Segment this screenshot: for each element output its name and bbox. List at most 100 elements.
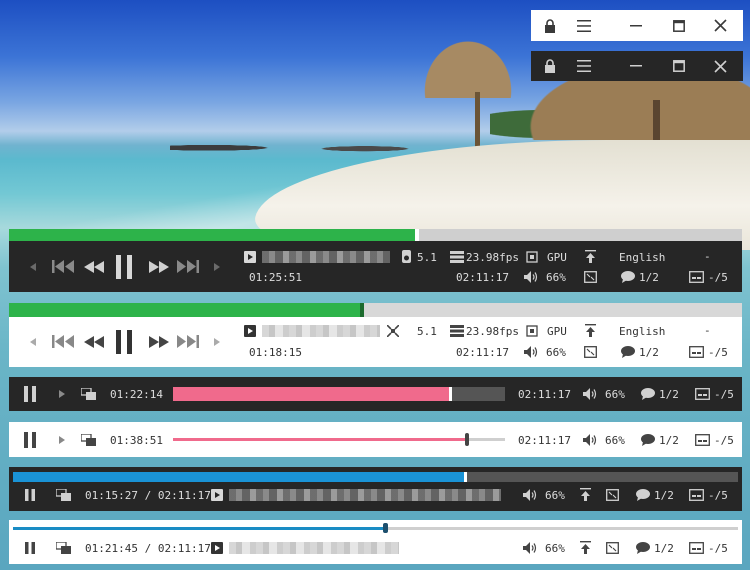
upload-icon[interactable] bbox=[580, 488, 591, 501]
subtitle-track-icon[interactable] bbox=[689, 346, 704, 358]
subtitle-offset-label[interactable]: -/5 bbox=[708, 346, 728, 359]
volume-label[interactable]: 66% bbox=[605, 434, 625, 447]
subtitles-bubble-icon[interactable] bbox=[636, 542, 650, 554]
fast-forward-icon[interactable] bbox=[149, 336, 169, 348]
fps-label[interactable]: 23.98fps bbox=[466, 251, 519, 264]
playlist-icon[interactable] bbox=[81, 434, 96, 446]
seekbar-handle[interactable] bbox=[382, 523, 388, 533]
audio-channels-label[interactable]: 5.1 bbox=[417, 251, 437, 264]
audio-language-label[interactable]: English bbox=[619, 325, 665, 338]
rewind-icon[interactable] bbox=[84, 336, 104, 348]
extra-track-label[interactable]: - bbox=[704, 324, 711, 337]
playlist-icon[interactable] bbox=[56, 542, 71, 554]
subtitle-track-icon[interactable] bbox=[695, 388, 710, 400]
volume-label[interactable]: 66% bbox=[605, 388, 625, 401]
subtitle-track-icon[interactable] bbox=[695, 434, 710, 446]
fullscreen-icon[interactable] bbox=[584, 346, 597, 358]
previous-frame-icon[interactable] bbox=[30, 338, 36, 346]
subtitle-track-icon[interactable] bbox=[689, 542, 704, 554]
previous-frame-icon[interactable] bbox=[30, 263, 36, 271]
pause-icon[interactable] bbox=[24, 386, 36, 402]
seekbar[interactable] bbox=[13, 523, 738, 533]
close-icon[interactable] bbox=[707, 10, 733, 41]
pause-icon[interactable] bbox=[25, 542, 35, 554]
pause-icon[interactable] bbox=[116, 330, 132, 354]
subtitle-track-icon[interactable] bbox=[689, 489, 704, 501]
subtitle-track-icon[interactable] bbox=[689, 271, 704, 283]
seekbar-handle[interactable] bbox=[448, 387, 452, 401]
rewind-icon[interactable] bbox=[84, 261, 104, 273]
subtitles-bubble-icon[interactable] bbox=[621, 346, 635, 358]
hw-decoder-label[interactable]: GPU bbox=[547, 325, 567, 338]
pause-icon[interactable] bbox=[116, 255, 132, 279]
menu-icon[interactable] bbox=[571, 51, 597, 81]
volume-label[interactable]: 66% bbox=[545, 489, 565, 502]
volume-label[interactable]: 66% bbox=[546, 346, 566, 359]
skip-next-icon[interactable] bbox=[177, 260, 199, 273]
subtitle-offset-label[interactable]: -/5 bbox=[708, 271, 728, 284]
player-2-seekbar[interactable] bbox=[9, 303, 742, 317]
menu-icon[interactable] bbox=[571, 10, 597, 41]
subtitles-bubble-icon[interactable] bbox=[641, 388, 655, 400]
volume-icon[interactable] bbox=[583, 388, 597, 400]
hw-decoder-label[interactable]: GPU bbox=[547, 251, 567, 264]
maximize-icon[interactable] bbox=[666, 51, 692, 81]
next-frame-icon[interactable] bbox=[214, 338, 220, 346]
subtitles-bubble-icon[interactable] bbox=[636, 489, 650, 501]
skip-previous-icon[interactable] bbox=[52, 260, 74, 273]
seekbar[interactable] bbox=[173, 387, 505, 401]
pause-icon[interactable] bbox=[25, 489, 35, 501]
next-frame-icon[interactable] bbox=[214, 263, 220, 271]
lock-icon[interactable] bbox=[537, 51, 563, 81]
fullscreen-icon[interactable] bbox=[606, 489, 619, 501]
upload-icon[interactable] bbox=[580, 541, 591, 554]
upload-icon[interactable] bbox=[585, 324, 596, 337]
subtitles-label[interactable]: 1/2 bbox=[639, 346, 659, 359]
maximize-icon[interactable] bbox=[666, 10, 692, 41]
audio-language-label[interactable]: English bbox=[619, 251, 665, 264]
player-1-seekbar[interactable] bbox=[9, 229, 742, 241]
subtitles-label[interactable]: 1/2 bbox=[654, 489, 674, 502]
minimize-icon[interactable] bbox=[623, 51, 649, 81]
volume-label[interactable]: 66% bbox=[546, 271, 566, 284]
subtitles-label[interactable]: 1/2 bbox=[659, 434, 679, 447]
subtitle-offset-label[interactable]: -/5 bbox=[714, 388, 734, 401]
next-frame-icon[interactable] bbox=[59, 436, 65, 444]
seekbar[interactable] bbox=[173, 433, 505, 446]
fps-label[interactable]: 23.98fps bbox=[466, 325, 519, 338]
subtitles-label[interactable]: 1/2 bbox=[639, 271, 659, 284]
volume-label[interactable]: 66% bbox=[545, 542, 565, 555]
seekbar-handle[interactable] bbox=[414, 229, 419, 241]
fullscreen-icon[interactable] bbox=[584, 271, 597, 283]
subtitle-offset-label[interactable]: -/5 bbox=[708, 489, 728, 502]
audio-channels-label[interactable]: 5.1 bbox=[417, 325, 437, 338]
seekbar-handle[interactable] bbox=[359, 303, 364, 317]
volume-icon[interactable] bbox=[524, 271, 538, 283]
next-frame-icon[interactable] bbox=[59, 390, 65, 398]
close-icon[interactable] bbox=[707, 51, 733, 81]
volume-icon[interactable] bbox=[523, 489, 537, 501]
subtitles-label[interactable]: 1/2 bbox=[659, 388, 679, 401]
fast-forward-icon[interactable] bbox=[149, 261, 169, 273]
subtitle-offset-label[interactable]: -/5 bbox=[714, 434, 734, 447]
seekbar-handle[interactable] bbox=[465, 433, 470, 446]
subtitles-bubble-icon[interactable] bbox=[641, 434, 655, 446]
subtitles-bubble-icon[interactable] bbox=[621, 271, 635, 283]
volume-icon[interactable] bbox=[523, 542, 537, 554]
volume-icon[interactable] bbox=[583, 434, 597, 446]
fullscreen-icon[interactable] bbox=[606, 542, 619, 554]
volume-icon[interactable] bbox=[524, 346, 538, 358]
lock-icon[interactable] bbox=[537, 10, 563, 41]
seekbar[interactable] bbox=[13, 472, 738, 482]
playlist-icon[interactable] bbox=[56, 489, 71, 501]
minimize-icon[interactable] bbox=[623, 10, 649, 41]
extra-track-label[interactable]: - bbox=[704, 250, 711, 263]
seekbar-handle[interactable] bbox=[464, 472, 468, 482]
pause-icon[interactable] bbox=[24, 432, 36, 448]
subtitle-offset-label[interactable]: -/5 bbox=[708, 542, 728, 555]
playlist-icon[interactable] bbox=[81, 388, 96, 400]
upload-icon[interactable] bbox=[585, 250, 596, 263]
skip-next-icon[interactable] bbox=[177, 335, 199, 348]
subtitles-label[interactable]: 1/2 bbox=[654, 542, 674, 555]
skip-previous-icon[interactable] bbox=[52, 335, 74, 348]
